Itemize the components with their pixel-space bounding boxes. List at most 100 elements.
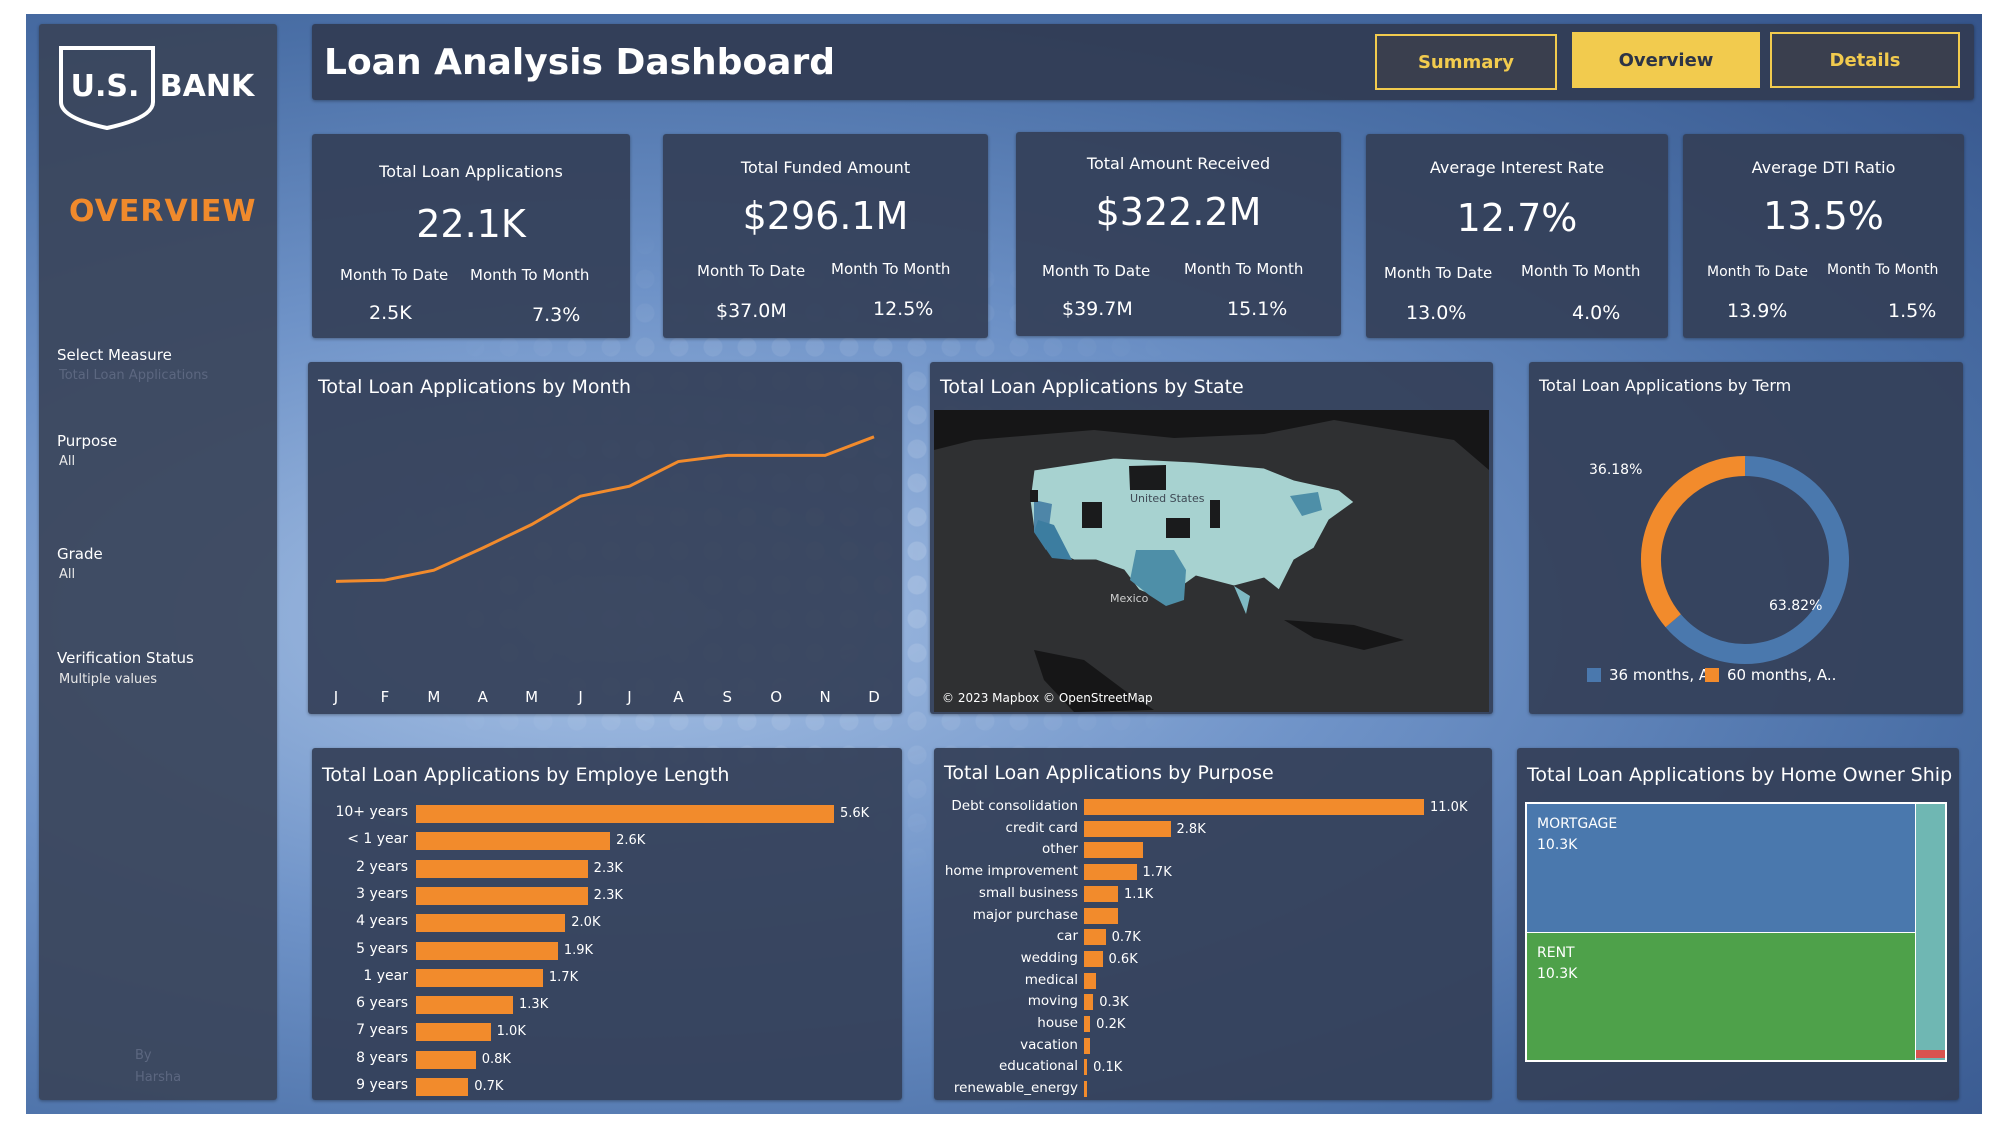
kpi-mom-label: Month To Month — [1184, 260, 1304, 278]
filter-label-grade: Grade — [57, 545, 103, 563]
bar[interactable] — [1084, 1037, 1091, 1054]
kpi-mtd-value: 2.5K — [369, 302, 412, 324]
kpi-mtd-value: $37.0M — [716, 300, 787, 322]
kpi-card-total-applications: Total Loan Applications 22.1K Month To D… — [312, 134, 630, 338]
chart-panel-employ-length: Total Loan Applications by Employe Lengt… — [312, 748, 902, 1100]
bar[interactable] — [416, 805, 834, 823]
bar[interactable] — [1084, 1059, 1088, 1076]
treemap-cell-other-small[interactable] — [1916, 1050, 1945, 1058]
bar[interactable] — [416, 859, 588, 878]
nav-overview-button[interactable]: Overview — [1572, 32, 1760, 88]
bar-category-label: small business — [978, 884, 1078, 901]
kpi-label: Average DTI Ratio — [1751, 158, 1896, 177]
bar-category-label: 2 years — [356, 858, 408, 875]
bar[interactable] — [1084, 1016, 1091, 1032]
bar-category-label: credit card — [1005, 819, 1078, 836]
bar-category-label: other — [1042, 841, 1078, 858]
x-tick-label: D — [868, 688, 880, 706]
bar[interactable] — [1084, 885, 1118, 902]
bar[interactable] — [1084, 907, 1118, 924]
bar-category-label: 3 years — [356, 885, 408, 902]
bar-value-label: 11.0K — [1430, 800, 1468, 815]
x-tick-label: S — [723, 688, 733, 706]
kpi-value: 22.1K — [416, 202, 526, 246]
x-tick-label: J — [577, 688, 582, 706]
bar[interactable] — [416, 996, 514, 1015]
filter-verification-select[interactable]: Multiple values — [59, 672, 157, 687]
nav-details-button[interactable]: Details — [1770, 32, 1960, 88]
donut-slice[interactable] — [1665, 456, 1849, 664]
bar[interactable] — [416, 832, 611, 851]
bar[interactable] — [416, 941, 558, 960]
treemap-cell-mortgage[interactable]: MORTGAGE 10.3K — [1527, 804, 1916, 933]
chart-panel-state: Total Loan Applications by State United … — [930, 362, 1493, 714]
legend-label: 36 months, A.. — [1609, 666, 1718, 684]
kpi-label: Total Funded Amount — [740, 158, 911, 177]
bar-category-label: car — [1056, 928, 1078, 945]
treemap-label: MORTGAGE — [1537, 816, 1618, 832]
svg-text:U.S.: U.S. — [71, 69, 140, 104]
bar[interactable] — [416, 968, 543, 987]
bar[interactable] — [1084, 929, 1106, 946]
bar[interactable] — [1084, 994, 1094, 1011]
legend-label: 60 months, A.. — [1727, 666, 1836, 684]
kpi-value: 12.7% — [1456, 196, 1578, 240]
kpi-mom-value: 12.5% — [873, 298, 934, 320]
bar-value-label: 1.0K — [496, 1024, 526, 1040]
bar[interactable] — [1084, 972, 1097, 989]
slice-value-label: 36.18% — [1589, 462, 1642, 478]
bar[interactable] — [1084, 842, 1143, 859]
line-chart[interactable]: JFMAMJJASOND — [308, 362, 902, 714]
bar[interactable] — [416, 914, 566, 933]
state-map[interactable]: United States Mexico © 2023 Mapbox © Ope… — [934, 410, 1489, 712]
bar-value-label: 0.1K — [1093, 1060, 1123, 1076]
chart-title: Total Loan Applications by Employe Lengt… — [322, 764, 730, 786]
bar-category-label: medical — [1024, 971, 1078, 988]
filter-purpose-select[interactable]: All — [59, 454, 75, 469]
kpi-value: 13.5% — [1763, 194, 1884, 238]
kpi-mtd-label: Month To Date — [1384, 264, 1493, 282]
bar-value-label: 0.7K — [474, 1079, 504, 1094]
chart-title: Total Loan Applications by State — [940, 376, 1244, 398]
kpi-mtd-label: Month To Date — [1707, 264, 1808, 280]
donut-chart[interactable]: 63.82% 36.18% 36 months, A.. 60 months, A.. — [1529, 362, 1963, 714]
bar[interactable] — [416, 1078, 469, 1096]
kpi-label: Total Loan Applications — [379, 162, 563, 181]
filter-measure-select[interactable]: Total Loan Applications — [59, 368, 208, 383]
kpi-mtd-value: 13.9% — [1727, 300, 1788, 322]
treemap-cell-rent[interactable]: RENT 10.3K — [1527, 933, 1916, 1060]
filter-grade-select[interactable]: All — [59, 567, 75, 582]
filter-label-verification: Verification Status — [57, 649, 194, 667]
kpi-mtd-label: Month To Date — [697, 262, 806, 280]
bar-category-label: home improvement — [944, 863, 1078, 880]
chart-panel-month: Total Loan Applications by Month JFMAMJJ… — [308, 362, 902, 714]
bar[interactable] — [1084, 950, 1103, 967]
bar-category-label: < 1 year — [347, 831, 408, 848]
chart-panel-home-ownership: Total Loan Applications by Home Owner Sh… — [1517, 748, 1959, 1100]
bar-value-label: 2.3K — [593, 887, 623, 903]
bar-category-label: Debt consolidation — [951, 798, 1078, 814]
bar-value-label: 0.7K — [1111, 930, 1141, 946]
bar-category-label: educational — [998, 1058, 1078, 1075]
bar[interactable] — [416, 1050, 476, 1069]
bar-category-label: vacation — [1020, 1036, 1078, 1053]
filter-label-purpose: Purpose — [57, 432, 118, 450]
x-tick-label: N — [819, 688, 830, 706]
slice-value-label: 63.82% — [1769, 598, 1822, 614]
map-label-us: United States — [1130, 492, 1205, 505]
legend-swatch — [1587, 668, 1601, 682]
bar[interactable] — [416, 1023, 491, 1042]
chart-title: Total Loan Applications by Purpose — [944, 762, 1274, 784]
nav-summary-button[interactable]: Summary — [1375, 34, 1557, 90]
donut-slice[interactable] — [1641, 456, 1746, 628]
kpi-mom-label: Month To Month — [470, 266, 590, 284]
bar[interactable] — [1084, 820, 1171, 837]
sidebar: U.S. BANK OVERVIEW Select Measure Total … — [39, 24, 277, 1100]
bar-value-label: 1.3K — [519, 997, 549, 1013]
bar-category-label: 5 years — [356, 940, 408, 957]
bar[interactable] — [1084, 1081, 1087, 1098]
bar[interactable] — [416, 886, 588, 905]
credit-by: By — [135, 1048, 152, 1063]
bar[interactable] — [1084, 864, 1137, 881]
bar[interactable] — [1084, 799, 1424, 815]
